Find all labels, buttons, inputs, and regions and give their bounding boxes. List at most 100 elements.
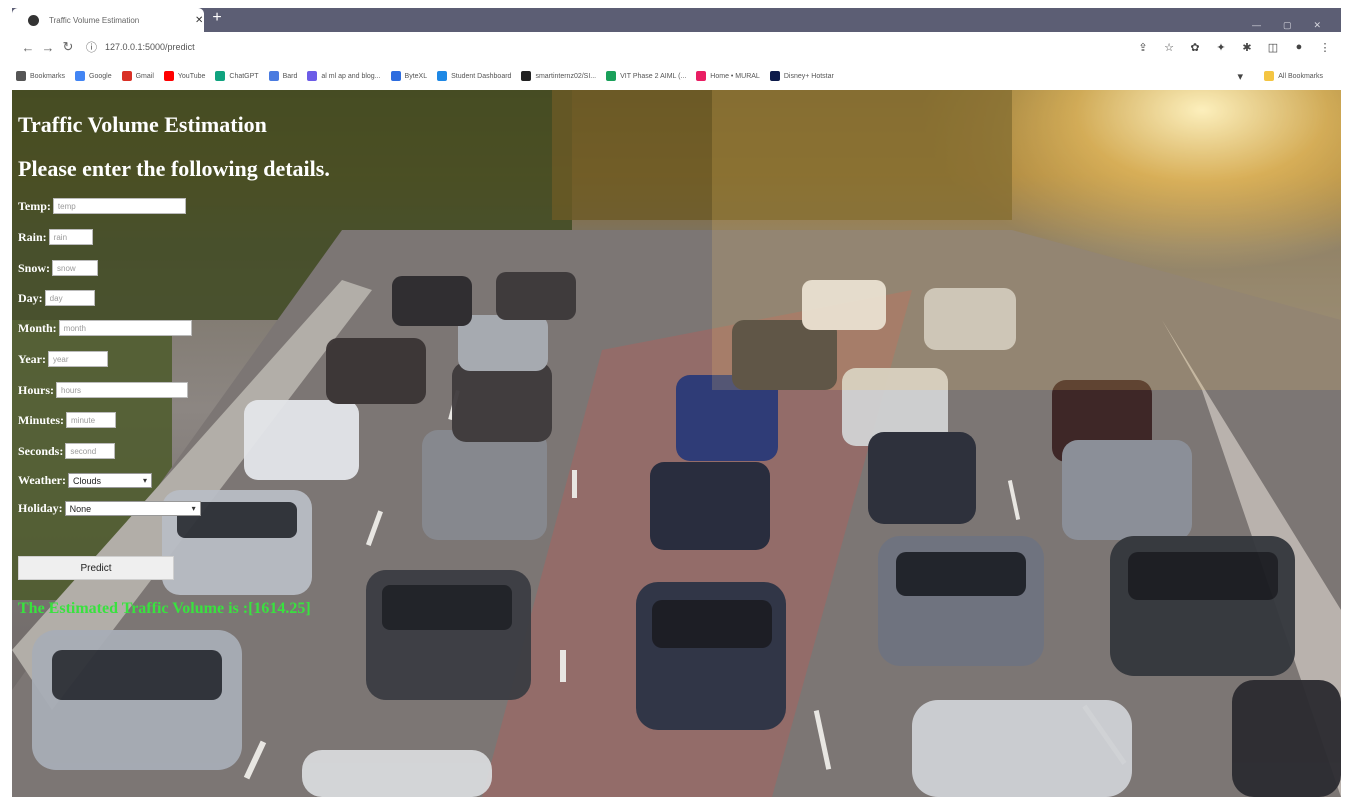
bookmark-label: All Bookmarks — [1278, 72, 1323, 80]
bookmark-item[interactable]: Bard — [268, 71, 298, 81]
page-subtitle: Please enter the following details. — [18, 156, 330, 181]
minimize-icon[interactable]: — — [1252, 20, 1261, 31]
extensions-puzzle-icon[interactable]: ✱ — [1241, 41, 1253, 54]
bookmark-icon — [16, 71, 26, 81]
bookmark-icon — [215, 71, 226, 81]
bookmark-label: ByteXL — [404, 72, 428, 80]
month-row: Month: — [18, 320, 192, 336]
site-info-icon[interactable]: ⓘ — [86, 39, 97, 55]
bookmark-label: al ml ap and blog... — [321, 72, 381, 80]
bookmark-item[interactable]: smartinternz02/SI... — [521, 71, 596, 81]
maximize-icon[interactable]: ▢ — [1283, 20, 1292, 31]
snow-label: Snow: — [18, 260, 51, 275]
share-icon[interactable]: ⇪ — [1137, 41, 1149, 54]
holiday-row: Holiday: None ▾ — [18, 501, 201, 516]
temp-input[interactable] — [52, 198, 186, 214]
address-bar[interactable]: ⓘ 127.0.0.1:5000/predict — [86, 36, 195, 58]
temp-label: Temp: — [18, 198, 51, 213]
bookmark-label: Home • MURAL — [710, 72, 760, 80]
extension-icon[interactable]: ✦ — [1215, 41, 1227, 54]
snow-input[interactable] — [52, 260, 99, 276]
bookmark-item[interactable]: Home • MURAL — [696, 71, 760, 81]
bookmark-label: VIT Phase 2 AIML (... — [620, 72, 687, 80]
bookmark-label: ChatGPT — [229, 72, 259, 80]
holiday-label: Holiday: — [18, 501, 63, 515]
year-input[interactable] — [47, 351, 108, 367]
bookmark-item[interactable]: Bookmarks — [16, 71, 65, 81]
browser-toolbar: ← → ↻ ⓘ 127.0.0.1:5000/predict ⇪ ☆ ✿ ✦ ✱… — [12, 32, 1341, 62]
bookmark-icon — [769, 71, 780, 81]
weather-select[interactable]: Clouds ▾ — [67, 473, 152, 488]
forward-icon[interactable]: → — [38, 40, 58, 55]
seconds-label: Seconds: — [18, 443, 64, 458]
rain-label: Rain: — [18, 229, 47, 244]
bookmark-item[interactable]: VIT Phase 2 AIML (... — [606, 71, 686, 81]
year-row: Year: — [18, 351, 108, 367]
snow-row: Snow: — [18, 260, 99, 276]
bookmark-icon — [268, 71, 279, 81]
day-input[interactable] — [44, 290, 95, 306]
bookmark-item[interactable]: YouTube — [163, 71, 206, 81]
menu-icon[interactable]: ⋮ — [1319, 41, 1331, 54]
minutes-row: Minutes: — [18, 412, 116, 428]
bookmarks-list: Bookmarks Google Gmail YouTube ChatGPT Bard al… — [16, 71, 844, 81]
back-icon[interactable]: ← — [18, 40, 38, 55]
window-frame-left — [0, 0, 12, 797]
bookmark-icon — [75, 71, 86, 81]
rain-row: Rain: — [18, 229, 93, 245]
day-label: Day: — [18, 290, 43, 305]
bookmark-item[interactable]: Student Dashboard — [437, 71, 511, 81]
bookmark-all[interactable]: All Bookmarks — [1264, 71, 1323, 81]
window-frame — [0, 0, 1347, 8]
bookmark-item[interactable]: ChatGPT — [215, 71, 259, 81]
bookmark-icon — [163, 71, 174, 81]
hours-input[interactable] — [56, 382, 188, 398]
bookmark-item[interactable]: ByteXL — [390, 71, 428, 81]
bookmark-label: smartinternz02/SI... — [535, 72, 597, 80]
side-panel-icon[interactable]: ◫ — [1267, 41, 1279, 54]
page-viewport: Traffic Volume Estimation Please enter t… — [12, 90, 1341, 797]
bookmark-icon — [307, 71, 318, 81]
folder-icon — [1264, 71, 1275, 81]
bookmark-item[interactable]: Google — [75, 71, 112, 81]
holiday-select[interactable]: None ▾ — [64, 501, 201, 516]
bookmark-label: YouTube — [177, 72, 206, 80]
day-row: Day: — [18, 290, 95, 306]
seconds-input[interactable] — [65, 443, 116, 459]
rain-input[interactable] — [48, 229, 93, 245]
bookmarks-right: ▾ All Bookmarks — [1234, 70, 1341, 83]
new-tab-button[interactable]: + — [208, 8, 226, 28]
bookmark-label: Bard — [282, 72, 298, 80]
minutes-input[interactable] — [66, 412, 116, 428]
holiday-selected-value: None — [69, 503, 92, 514]
close-icon[interactable]: ✕ — [195, 15, 203, 26]
predict-button[interactable]: Predict — [18, 556, 174, 580]
month-input[interactable] — [58, 320, 192, 336]
bookmark-label: Google — [89, 72, 112, 80]
hours-label: Hours: — [18, 382, 54, 397]
bookmark-label: Bookmarks — [30, 72, 66, 80]
star-icon[interactable]: ☆ — [1163, 41, 1175, 54]
toolbar-actions: ⇪ ☆ ✿ ✦ ✱ ◫ ● ⋮ — [1137, 41, 1341, 54]
traffic-background-image — [12, 90, 1341, 797]
address-url: 127.0.0.1:5000/predict — [105, 42, 195, 52]
year-label: Year: — [18, 351, 46, 366]
hours-row: Hours: — [18, 382, 188, 398]
avatar[interactable]: ● — [1293, 41, 1305, 53]
bookmark-icon — [390, 71, 401, 81]
bookmark-icon — [521, 71, 532, 81]
bookmark-label: Disney+ Hotstar — [783, 72, 834, 80]
extension-icon[interactable]: ✿ — [1189, 41, 1201, 54]
close-window-icon[interactable]: ✕ — [1313, 20, 1321, 31]
page-title: Traffic Volume Estimation — [18, 112, 267, 137]
bookmark-item[interactable]: Disney+ Hotstar — [769, 71, 834, 81]
bookmark-item[interactable]: al ml ap and blog... — [307, 71, 381, 81]
tab-active[interactable]: Traffic Volume Estimation ✕ — [12, 8, 204, 32]
reload-icon[interactable]: ↻ — [58, 39, 78, 55]
bookmark-icon — [437, 71, 448, 81]
bookmark-icon — [696, 71, 707, 81]
tab-title: Traffic Volume Estimation — [49, 15, 140, 25]
chevron-down-icon[interactable]: ▾ — [1234, 70, 1246, 83]
favicon-icon — [28, 14, 39, 26]
bookmark-item[interactable]: Gmail — [121, 71, 154, 81]
